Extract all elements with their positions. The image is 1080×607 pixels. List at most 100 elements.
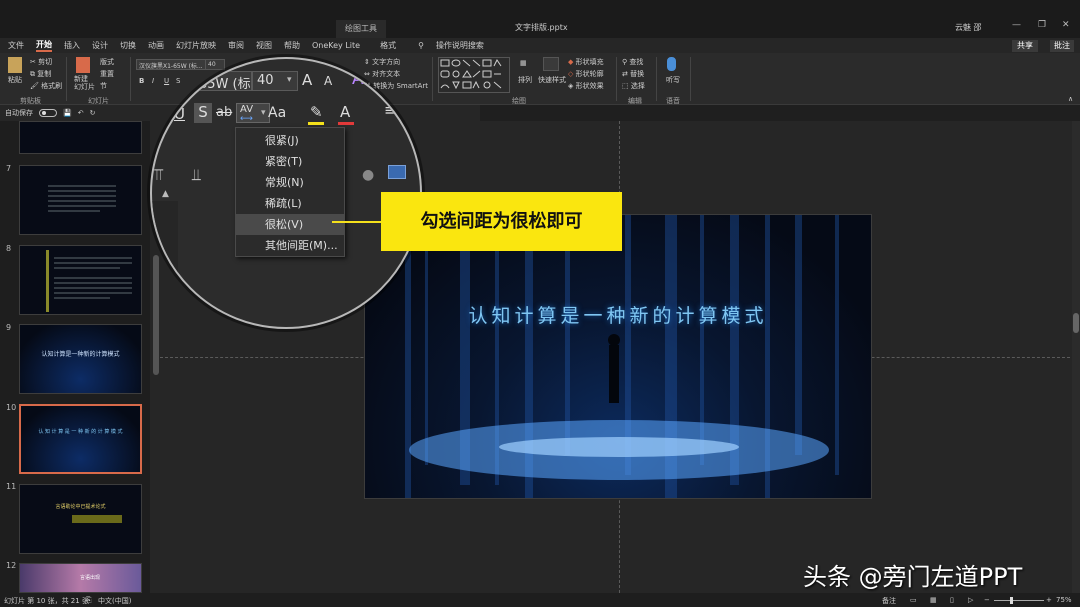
restore-icon[interactable]: ❐: [1038, 20, 1046, 30]
textbox-shape-icon[interactable]: [388, 165, 406, 179]
grow-font-button[interactable]: A: [302, 71, 312, 89]
change-case-button[interactable]: Aa: [268, 105, 286, 121]
distribute-icon[interactable]: ⫫: [192, 165, 201, 185]
zoom-out-button[interactable]: −: [984, 596, 990, 604]
tab-format[interactable]: 格式: [380, 40, 396, 51]
sorter-view-icon[interactable]: ▦: [930, 596, 937, 604]
zoom-level[interactable]: 75%: [1056, 596, 1072, 604]
cut-button[interactable]: ✂ 剪切: [30, 57, 52, 67]
shrink-font-button[interactable]: A: [324, 74, 332, 88]
quick-styles-button[interactable]: 快速样式: [538, 75, 566, 85]
undo-icon[interactable]: ↶: [78, 109, 84, 117]
slide-thumbnail-10-selected[interactable]: 认 知 计 算 是 一 种 新 的 计 算 模 式: [19, 404, 142, 474]
zoom-in-button[interactable]: +: [1046, 596, 1052, 604]
clear-formatting-icon[interactable]: A: [352, 69, 364, 89]
spacing-very-loose[interactable]: 很松(V): [236, 214, 344, 235]
font-name-select[interactable]: 汉仪旗黑X1-65W (标...: [136, 59, 206, 70]
collapse-ribbon-icon[interactable]: ∧: [1068, 95, 1073, 103]
spellcheck-icon[interactable]: ⎘: [86, 596, 92, 605]
new-slide-button[interactable]: 新建 幻灯片: [74, 75, 95, 91]
tab-onekey[interactable]: OneKey Lite: [312, 41, 360, 50]
zoom-slider[interactable]: [994, 600, 1044, 601]
replace-button[interactable]: ⇄ 替换: [622, 69, 644, 79]
shadow-button-magnified[interactable]: S: [194, 103, 212, 123]
drawing-tools-context-tab[interactable]: 绘图工具: [336, 20, 386, 38]
reading-view-icon[interactable]: ▯: [950, 596, 954, 604]
align-text-button[interactable]: ⇔ 对齐文本: [364, 69, 400, 79]
font-name-select-magnified[interactable]: 65W (标: [196, 71, 252, 92]
strikethrough-button-magnified[interactable]: ab: [216, 105, 232, 120]
underline-button-magnified[interactable]: U: [174, 105, 185, 123]
search-icon[interactable]: ⚲: [418, 41, 424, 50]
underline-button[interactable]: U: [164, 77, 169, 85]
current-slide[interactable]: 认知计算是一种新的计算模式: [364, 214, 872, 499]
share-button[interactable]: 共享: [1012, 40, 1038, 52]
shape-fill-button[interactable]: ◆ 形状填充: [568, 57, 604, 67]
section-button[interactable]: 节: [100, 81, 107, 91]
tab-design[interactable]: 设计: [92, 40, 108, 51]
shapes-gallery[interactable]: [438, 57, 510, 93]
spacing-normal[interactable]: 常规(N): [236, 172, 344, 193]
tab-file[interactable]: 文件: [8, 40, 24, 51]
spacing-loose[interactable]: 稀疏(L): [236, 193, 344, 214]
notes-button[interactable]: 备注: [882, 596, 896, 606]
shadow-button[interactable]: S: [176, 77, 180, 85]
tab-home[interactable]: 开始: [36, 39, 52, 52]
tab-view[interactable]: 视图: [256, 40, 272, 51]
editor-scrollbar[interactable]: [1072, 121, 1080, 593]
font-color-button[interactable]: A: [340, 103, 350, 121]
tab-animations[interactable]: 动画: [148, 40, 164, 51]
paste-button[interactable]: 粘贴: [8, 75, 22, 85]
zoom-slider-handle[interactable]: [1010, 597, 1013, 604]
format-painter-button[interactable]: 🖌 格式刷: [30, 81, 62, 91]
slide-thumbnail-12[interactable]: 言语出现: [19, 563, 142, 593]
font-size-select[interactable]: 40: [205, 59, 225, 70]
paste-icon[interactable]: [8, 57, 22, 73]
slide-title[interactable]: 认知计算是一种新的计算模式: [365, 301, 871, 328]
shape-effects-button[interactable]: ◈ 形状效果: [568, 81, 604, 91]
circle-shape-icon[interactable]: ●: [362, 167, 374, 183]
minimize-icon[interactable]: —: [1012, 20, 1021, 30]
slide-thumbnail-11[interactable]: 言语助论中已提术论式: [19, 484, 142, 554]
user-name[interactable]: 云魅 邵: [955, 22, 982, 33]
tab-transitions[interactable]: 切换: [120, 40, 136, 51]
autosave-toggle[interactable]: [39, 109, 57, 117]
language-indicator[interactable]: 中文(中国): [98, 596, 131, 606]
tab-review[interactable]: 审阅: [228, 40, 244, 51]
close-icon[interactable]: ✕: [1062, 20, 1070, 30]
tab-help[interactable]: 帮助: [284, 40, 300, 51]
dictate-button[interactable]: 听写: [666, 75, 680, 85]
slide-thumbnail-7[interactable]: [19, 165, 142, 235]
slide-thumbnail-6[interactable]: [19, 121, 142, 154]
font-size-select-magnified[interactable]: 40 ▾: [252, 71, 298, 91]
shape-outline-button[interactable]: ◇ 形状轮廓: [568, 69, 604, 79]
redo-icon[interactable]: ↻: [90, 109, 96, 117]
slide-thumbnail-9[interactable]: 认知计算是一种新的计算模式: [19, 324, 142, 394]
tab-slideshow[interactable]: 幻灯片放映: [176, 40, 216, 51]
arrange-button[interactable]: 排列: [518, 75, 532, 85]
layout-button[interactable]: 版式: [100, 57, 114, 67]
italic-button[interactable]: I: [152, 77, 154, 85]
spacing-tight[interactable]: 紧密(T): [236, 151, 344, 172]
slideshow-view-icon[interactable]: ▷: [968, 596, 973, 604]
reset-button[interactable]: 重置: [100, 69, 114, 79]
slide-thumbnail-8[interactable]: [19, 245, 142, 315]
select-button[interactable]: ⬚ 选择: [622, 81, 645, 91]
scroll-up-icon[interactable]: ▲: [162, 189, 169, 199]
copy-button[interactable]: ⧉ 复制: [30, 69, 51, 79]
spacing-more-options[interactable]: 其他间距(M)...: [236, 235, 344, 256]
normal-view-icon[interactable]: ▭: [910, 596, 917, 604]
comment-button[interactable]: 批注: [1050, 40, 1074, 52]
highlight-color-icon[interactable]: ✎: [310, 103, 323, 121]
text-direction-button[interactable]: ⇕ 文字方向: [364, 57, 400, 67]
save-icon[interactable]: 💾: [63, 109, 72, 117]
spacing-very-tight[interactable]: 很紧(J): [236, 130, 344, 151]
align-lines-icon[interactable]: ≡: [384, 101, 397, 119]
new-slide-icon[interactable]: [76, 57, 90, 73]
tell-me-search[interactable]: 操作说明搜索: [436, 40, 484, 51]
bold-button[interactable]: B: [139, 77, 144, 85]
editor-scrollbar-thumb[interactable]: [1073, 313, 1079, 333]
tab-insert[interactable]: 插入: [64, 40, 80, 51]
character-spacing-button[interactable]: AV ⟷ ▾: [236, 103, 270, 124]
find-button[interactable]: ⚲ 查找: [622, 57, 643, 67]
